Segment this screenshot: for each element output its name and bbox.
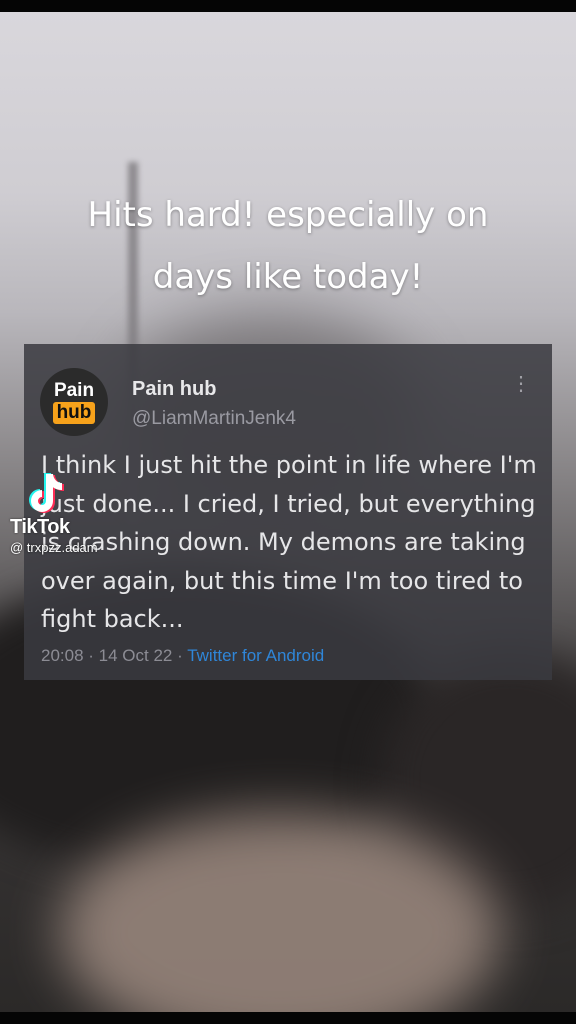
meta-separator: · — [177, 646, 188, 665]
tweet-time: 20:08 — [41, 646, 84, 665]
tweet-display-name[interactable]: Pain hub — [132, 378, 216, 401]
letterbox-bottom — [0, 1012, 576, 1024]
tweet-meta: 20:08 · 14 Oct 22 · Twitter for Android — [41, 646, 324, 666]
letterbox-top — [0, 0, 576, 12]
tiktok-note-icon — [29, 473, 64, 513]
tweet-card: Pain hub Pain hub @LiamMartinJenk4 ⋮ I t… — [24, 344, 552, 680]
more-options-icon[interactable]: ⋮ — [511, 374, 532, 394]
caption-line-1: Hits hard! especially on — [87, 195, 489, 235]
avatar[interactable]: Pain hub — [40, 368, 108, 436]
meta-separator: · — [88, 646, 99, 665]
tweet-body: I think I just hit the point in life whe… — [41, 451, 537, 634]
caption-line-2: days like today! — [152, 257, 424, 297]
avatar-logo-top: Pain — [53, 380, 95, 401]
tiktok-brand-label: TikTok — [10, 516, 70, 538]
tiktok-username: @ trxpzz.adam — [10, 540, 98, 555]
tweet-date: 14 Oct 22 — [98, 646, 173, 665]
tweet-handle[interactable]: @LiamMartinJenk4 — [132, 408, 296, 430]
tweet-source-link[interactable]: Twitter for Android — [187, 646, 324, 665]
avatar-logo-bottom: hub — [52, 402, 96, 424]
